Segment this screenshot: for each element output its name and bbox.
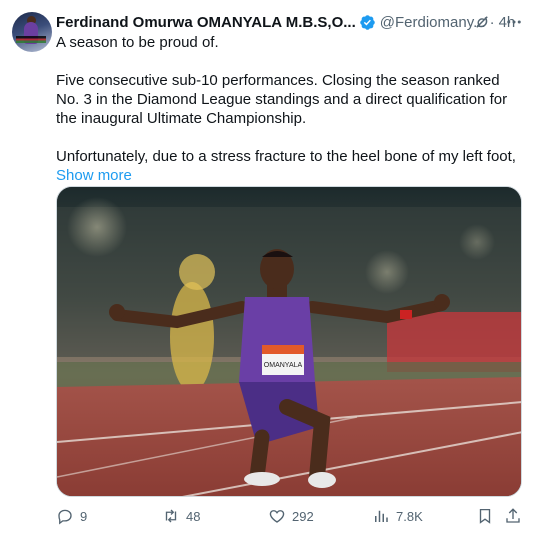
views-icon <box>375 510 388 522</box>
header-actions <box>471 12 525 32</box>
views-count: 7.8K <box>396 508 423 524</box>
share-button[interactable] <box>504 507 522 525</box>
bookmark-icon <box>479 508 491 524</box>
reply-count: 9 <box>80 508 88 524</box>
bookmark-button[interactable] <box>476 507 494 525</box>
avatar-flag <box>16 36 46 43</box>
repost-icon <box>165 509 177 523</box>
more-icon[interactable] <box>503 12 525 32</box>
verified-badge-icon <box>360 14 375 30</box>
tweet-actions: 9 48 292 7.8K <box>56 507 522 529</box>
grok-icon[interactable] <box>471 12 493 32</box>
tweet-line-2: Five consecutive sub-10 performances. Cl… <box>56 72 508 127</box>
author-name[interactable]: Ferdinand Omurwa OMANYALA M.B.S,O... <box>56 14 356 31</box>
tweet-line-3: Unfortunately, due to a stress fracture … <box>56 148 516 165</box>
tweet-header: Ferdinand Omurwa OMANYALA M.B.S,O... @Fe… <box>56 12 526 32</box>
bib-name: OMANYALA <box>264 362 303 369</box>
views-button[interactable]: 7.8K <box>372 507 423 525</box>
repost-count: 48 <box>186 508 201 524</box>
tweet-line-1: A season to be proud of. <box>56 34 219 51</box>
avatar[interactable] <box>12 12 52 52</box>
reply-icon <box>58 509 72 525</box>
author-handle[interactable]: @Ferdiomany... <box>380 14 486 31</box>
show-more-link[interactable]: Show more <box>56 166 132 185</box>
like-count: 292 <box>292 508 314 524</box>
share-icon <box>506 508 520 523</box>
tweet-text: A season to be proud of. Five consecutiv… <box>56 33 521 185</box>
repost-button[interactable]: 48 <box>162 507 200 525</box>
heart-icon <box>269 510 285 523</box>
like-button[interactable]: 292 <box>268 507 314 525</box>
reply-button[interactable]: 9 <box>56 507 87 525</box>
photo-sprinter-kneeling: OMANYALA <box>57 187 521 496</box>
tweet[interactable]: Ferdinand Omurwa OMANYALA M.B.S,O... @Fe… <box>0 0 539 540</box>
tweet-photo[interactable]: OMANYALA <box>56 186 522 497</box>
